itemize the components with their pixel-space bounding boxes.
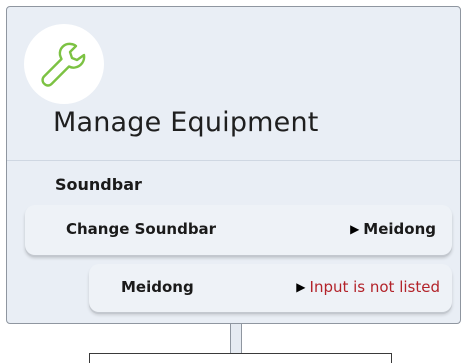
lower-panel	[89, 353, 392, 363]
change-soundbar-row[interactable]: Change Soundbar ▶ Meidong	[25, 205, 452, 255]
equipment-panel: Manage Equipment Soundbar Change Soundba…	[6, 6, 461, 324]
section-label-soundbar: Soundbar	[55, 175, 142, 194]
change-soundbar-label: Change Soundbar	[66, 220, 217, 238]
divider	[7, 160, 460, 161]
page-title: Manage Equipment	[53, 107, 319, 138]
app-logo	[24, 24, 104, 104]
play-arrow-icon: ▶	[296, 280, 306, 294]
input-option-row[interactable]: Meidong ▶ Input is not listed	[89, 264, 452, 312]
screen: Manage Equipment Soundbar Change Soundba…	[0, 0, 469, 363]
current-soundbar-text: Meidong	[363, 220, 436, 238]
wrench-icon	[41, 42, 86, 87]
input-not-listed-text: Input is not listed	[309, 278, 440, 296]
current-soundbar-value: ▶ Meidong	[350, 220, 436, 238]
input-option-label: Meidong	[121, 278, 194, 296]
input-not-listed-link[interactable]: ▶ Input is not listed	[296, 278, 440, 296]
play-arrow-icon: ▶	[350, 222, 360, 236]
